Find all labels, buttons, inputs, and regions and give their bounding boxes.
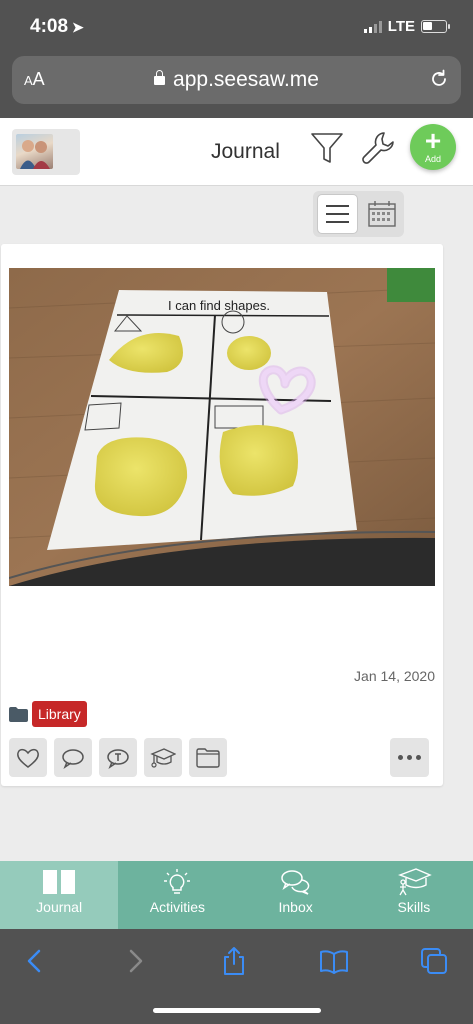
bookmarks-icon[interactable] xyxy=(319,946,349,976)
add-button[interactable]: + Add xyxy=(410,124,456,170)
share-icon[interactable] xyxy=(219,946,249,976)
browser-url-area: AA app.seesaw.me xyxy=(0,56,473,118)
home-indicator xyxy=(153,1008,321,1013)
signal-icon xyxy=(363,20,382,33)
nav-journal-label: Journal xyxy=(36,899,83,915)
avatar-photo xyxy=(16,134,53,169)
location-icon: ➤ xyxy=(72,19,84,35)
nav-journal[interactable]: Journal xyxy=(0,861,119,929)
nav-skills-label: Skills xyxy=(397,899,431,915)
carrier-label: LTE xyxy=(387,18,415,35)
post-photo[interactable]: I can find shapes. xyxy=(9,268,435,586)
add-label: Add xyxy=(424,154,441,164)
list-view-button[interactable] xyxy=(317,194,358,234)
more-icon xyxy=(398,755,403,760)
folder-row: Library xyxy=(9,700,87,728)
filter-icon[interactable] xyxy=(309,130,345,166)
tabs-icon[interactable] xyxy=(419,946,449,976)
plus-icon: + xyxy=(424,125,442,156)
chat-bubbles-icon xyxy=(280,870,309,895)
nav-activities[interactable]: Activities xyxy=(118,861,236,929)
graduation-cap-icon xyxy=(150,747,176,768)
status-time: 4:08 ➤ xyxy=(30,16,84,38)
nav-inbox-label: Inbox xyxy=(278,899,313,915)
status-bar: 4:08 ➤ LTE xyxy=(0,0,473,56)
view-toggle xyxy=(313,191,404,237)
calendar-view-button[interactable] xyxy=(363,194,401,234)
worksheet-title: I can find shapes. xyxy=(168,298,270,313)
like-button[interactable] xyxy=(9,738,47,777)
list-view-icon xyxy=(326,205,349,223)
app-bottom-nav: Journal Activities Inbox Skills xyxy=(0,861,473,929)
text-comment-icon xyxy=(107,748,129,769)
nav-inbox[interactable]: Inbox xyxy=(237,861,355,929)
url-label: app.seesaw.me xyxy=(173,68,319,91)
url-bar[interactable]: AA app.seesaw.me xyxy=(12,56,461,104)
lightbulb-icon xyxy=(164,869,191,894)
more-button[interactable] xyxy=(390,738,429,777)
heart-icon xyxy=(17,748,39,768)
skills-button[interactable] xyxy=(144,738,182,777)
text-comment-button[interactable] xyxy=(99,738,137,777)
back-icon[interactable] xyxy=(20,946,50,976)
wrench-icon[interactable] xyxy=(360,129,398,167)
comment-icon xyxy=(62,748,84,769)
calendar-view-icon xyxy=(368,201,396,227)
status-indicators: LTE xyxy=(363,18,450,35)
folder-tag[interactable]: Library xyxy=(32,701,87,727)
battery-icon xyxy=(421,20,450,33)
folder-button[interactable] xyxy=(189,738,227,777)
comment-button[interactable] xyxy=(54,738,92,777)
app-header: Journal + Add xyxy=(0,118,473,186)
reload-icon[interactable] xyxy=(429,69,449,89)
time-text: 4:08 xyxy=(30,16,69,37)
book-icon xyxy=(43,870,76,894)
nav-activities-label: Activities xyxy=(149,899,205,915)
lock-icon xyxy=(154,70,166,85)
class-avatar[interactable] xyxy=(12,129,80,175)
post-date: Jan 14, 2020 xyxy=(354,668,435,684)
folder-tag-icon xyxy=(9,706,28,722)
skills-icon xyxy=(397,868,432,896)
journal-post-card: I can find shapes. Jan 14, 2020 Library xyxy=(1,244,443,786)
post-actions xyxy=(9,738,227,777)
nav-skills[interactable]: Skills xyxy=(355,861,473,929)
browser-toolbar xyxy=(0,929,473,1024)
folder-icon xyxy=(196,747,220,768)
forward-icon[interactable] xyxy=(120,946,150,976)
url-text[interactable]: app.seesaw.me xyxy=(12,68,461,92)
page-title: Journal xyxy=(211,140,280,163)
